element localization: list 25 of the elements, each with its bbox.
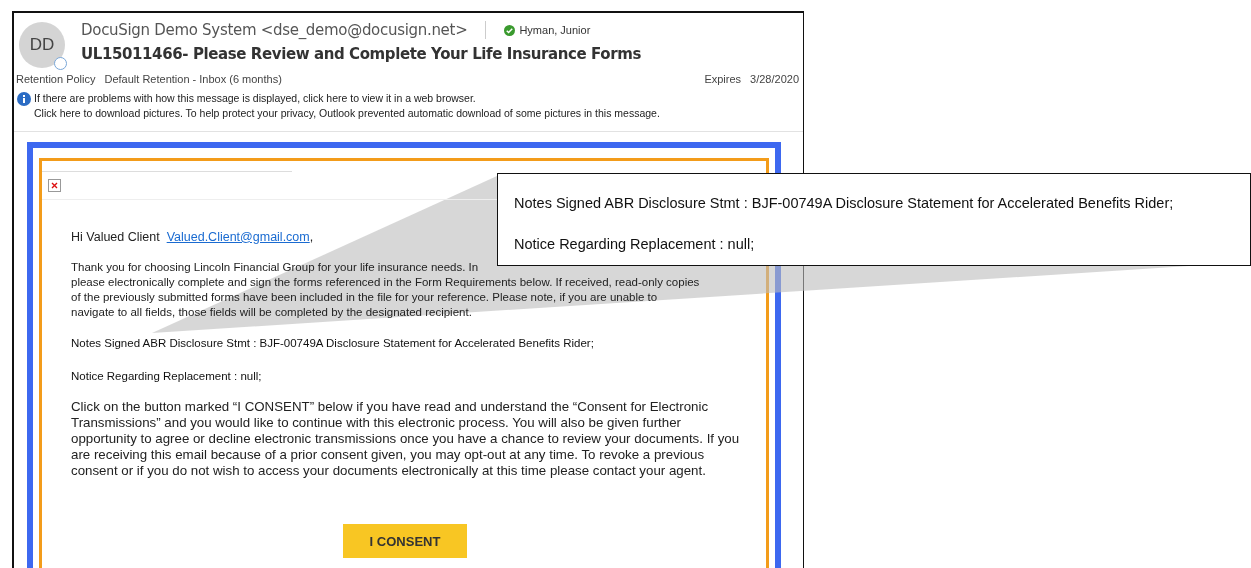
presence-icon <box>54 57 67 70</box>
sender: DocuSign Demo System <dse_demo@docusign.net> <box>81 19 468 41</box>
consent-text: Click on the button marked “I CONSENT” below if you have read and understand the “Consent for Electronic Transmissions” and you would like to continue with this electronic process. You will also be given further opportunity to agree or decline electronic transmissions once you have a chance to review your documents. If you are receiving this email because of a prior consent given, you may opt-out at any time. To revoke a previous consent or if you do not wish to access your documents electronically at this time please contact your agent. <box>71 398 741 479</box>
callout-text: Notice Regarding Replacement : null; <box>514 234 755 254</box>
subject: UL15011466- Please Review and Complete Your Life Insurance Forms <box>81 44 641 65</box>
callout-text: Notes Signed ABR Disclosure Stmt : BJF-00749A Disclosure Statement for Accelerated Benefits Rider; <box>514 194 1174 213</box>
email-link[interactable]: Valued.Client@gmail.com <box>166 229 310 244</box>
expires-label: Expires <box>704 72 742 87</box>
intro-text: navigate to all fields, those fields will be completed by the designated recipient. <box>71 305 472 321</box>
form-note: Notes Signed ABR Disclosure Stmt : BJF-00749A Disclosure Statement for Accelerated Benefits Rider; <box>71 336 594 352</box>
intro-text: please electronically complete and sign the forms referenced in the Form Requirements below. If received, read-only copies <box>71 275 700 291</box>
intro-text: of the previously submitted forms have been included in the file for your reference. Please note, if you are unable to <box>71 290 658 306</box>
info-bar-text[interactable]: If there are problems with how this message is displayed, click here to view it in a web browser. <box>34 90 660 106</box>
form-note: Notice Regarding Replacement : null; <box>71 368 262 384</box>
retention-value: Default Retention - Inbox (6 months) <box>104 72 282 87</box>
avatar: DD <box>19 22 65 68</box>
check-circle-icon <box>504 24 516 36</box>
intro-text: Thank you for choosing Lincoln Financial Group for your life insurance needs. In <box>71 260 479 276</box>
consent-button[interactable]: I CONSENT <box>343 523 467 558</box>
info-bar-text[interactable]: Click here to download pictures. To help protect your privacy, Outlook prevented automatic download of some pictures in this message. <box>34 105 660 121</box>
info-icon <box>17 91 31 106</box>
recipient[interactable]: Hyman, Junior <box>519 21 591 39</box>
expires-date: 3/28/2020 <box>750 72 799 87</box>
retention-label: Retention Policy <box>16 72 96 87</box>
broken-image-icon <box>48 178 61 192</box>
